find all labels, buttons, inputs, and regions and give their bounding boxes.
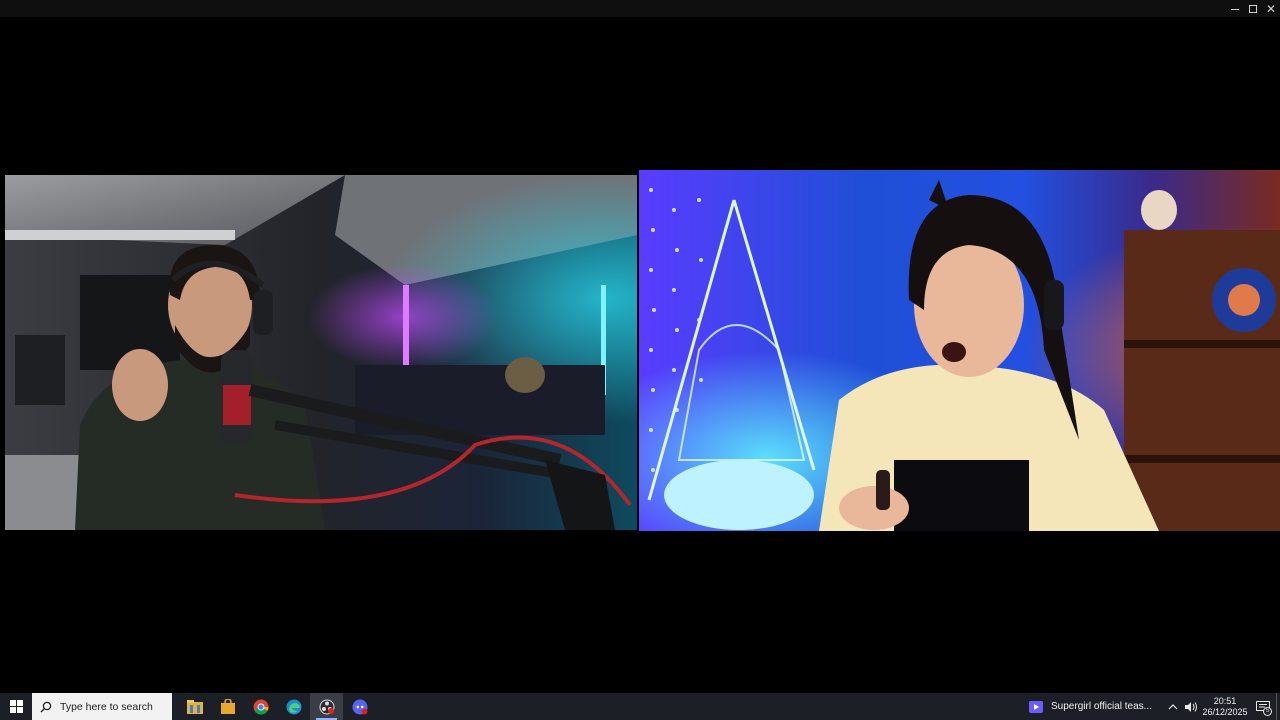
taskbar: Type here to search Supergirl official t… — [0, 693, 1280, 720]
taskbar-clock[interactable]: 20:51 26/12/2025 — [1200, 696, 1250, 718]
close-icon: ✕ — [1265, 1, 1277, 16]
minimize-button[interactable] — [1226, 0, 1244, 17]
clock-time: 20:51 — [1213, 695, 1237, 706]
notification-count-badge: 5 — [1263, 707, 1272, 716]
volume-button[interactable] — [1182, 693, 1200, 720]
taskbar-app-discord[interactable] — [343, 693, 376, 720]
chevron-up-icon — [1168, 703, 1178, 709]
action-center-button[interactable]: 5 — [1250, 693, 1276, 720]
taskbar-app-obs[interactable] — [310, 693, 343, 720]
search-icon — [40, 701, 52, 712]
chrome-icon — [253, 699, 269, 715]
file-explorer-icon — [186, 699, 203, 714]
window-title-bar: ✕ — [0, 0, 1280, 17]
store-icon — [220, 698, 235, 714]
show-hidden-icons-button[interactable] — [1164, 693, 1182, 720]
taskbar-app-file-explorer[interactable] — [178, 693, 211, 720]
media-playback-item[interactable]: Supergirl official teas... — [1023, 693, 1158, 720]
show-desktop-button[interactable] — [1276, 693, 1280, 720]
search-placeholder: Type here to search — [60, 700, 153, 713]
maximize-button[interactable] — [1244, 0, 1262, 17]
discord-icon — [352, 699, 367, 714]
taskbar-app-edge[interactable] — [277, 693, 310, 720]
video-play-icon — [1029, 700, 1044, 713]
edge-icon — [286, 699, 301, 714]
windows-logo-icon — [9, 700, 23, 713]
system-tray: Supergirl official teas... 20:51 26/12/2… — [1023, 693, 1280, 720]
taskbar-app-chrome[interactable] — [244, 693, 277, 720]
obs-icon — [319, 699, 334, 714]
minimize-icon — [1231, 9, 1239, 10]
start-button[interactable] — [0, 693, 32, 720]
media-title: Supergirl official teas... — [1051, 701, 1152, 712]
speaker-icon — [1185, 701, 1197, 712]
video-feed-left — [5, 175, 637, 530]
video-feed-right — [639, 170, 1280, 531]
video-tile-left — [5, 175, 637, 530]
maximize-icon — [1249, 4, 1257, 13]
video-tile-right — [639, 170, 1280, 531]
close-button[interactable]: ✕ — [1262, 0, 1280, 17]
taskbar-search-box[interactable]: Type here to search — [32, 693, 172, 720]
taskbar-app-store[interactable] — [211, 693, 244, 720]
clock-date: 26/12/2025 — [1202, 706, 1248, 717]
